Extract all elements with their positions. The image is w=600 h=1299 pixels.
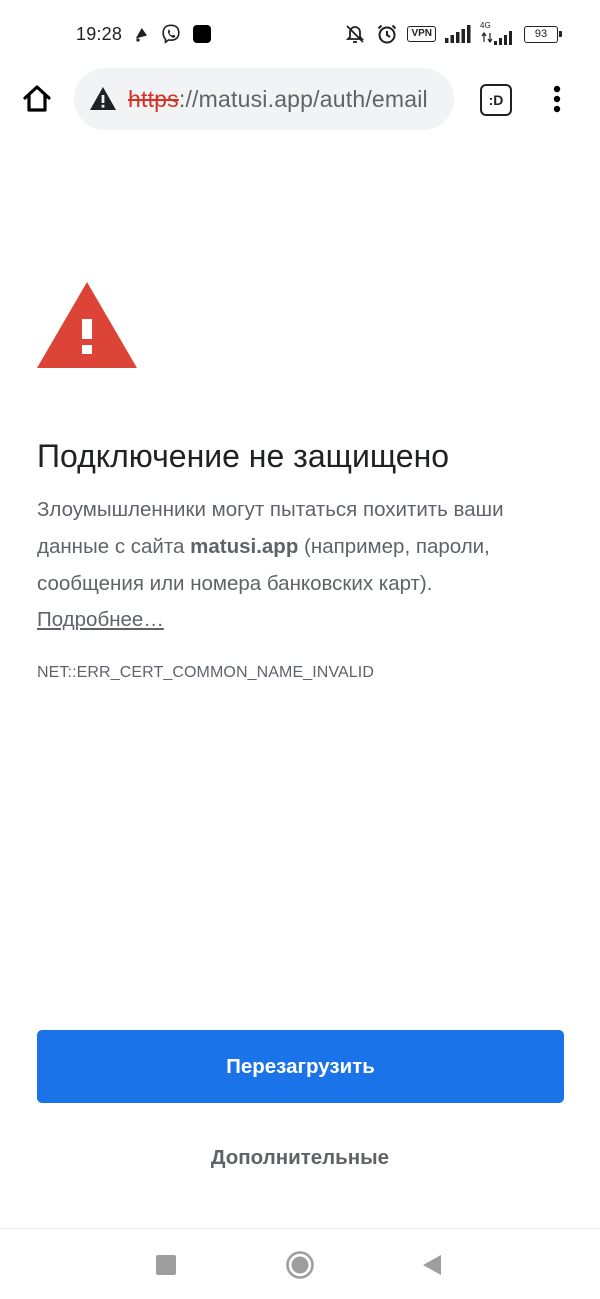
status-left: 19:28 bbox=[76, 22, 212, 46]
security-warning-icon bbox=[37, 282, 137, 368]
home-icon bbox=[23, 85, 51, 112]
back-button[interactable] bbox=[414, 1247, 450, 1283]
viber-icon bbox=[160, 22, 182, 46]
home-nav-button[interactable] bbox=[282, 1247, 318, 1283]
tab-switcher-button[interactable]: :D bbox=[480, 84, 512, 116]
recents-square-icon bbox=[156, 1255, 176, 1275]
vpn-icon: VPN bbox=[407, 22, 436, 46]
error-code: NET::ERR_CERT_COMMON_NAME_INVALID bbox=[37, 664, 374, 681]
home-button[interactable] bbox=[18, 80, 56, 118]
status-time: 19:28 bbox=[76, 23, 123, 44]
status-right: VPN 4G 93 bbox=[343, 22, 562, 46]
battery-level: 93 bbox=[534, 28, 548, 40]
status-bar: 19:28 VPN 4G 93 bbox=[0, 0, 600, 68]
url-separator: :// bbox=[178, 85, 199, 112]
address-bar[interactable]: https://matusi.app/auth/email bbox=[74, 68, 454, 130]
recents-button[interactable] bbox=[148, 1247, 184, 1283]
system-navigation-bar bbox=[0, 1228, 600, 1299]
home-circle-icon bbox=[286, 1251, 314, 1279]
tab-switcher-label: :D bbox=[488, 92, 504, 108]
app-square-icon bbox=[192, 22, 212, 46]
signal-icon bbox=[444, 22, 472, 46]
phone-screen: 19:28 VPN 4G 93 https://matusi.app/auth/… bbox=[0, 0, 600, 1299]
advanced-button[interactable]: Дополнительные bbox=[150, 1132, 450, 1184]
signal-4g-icon: 4G bbox=[480, 22, 516, 46]
alarm-icon bbox=[375, 22, 399, 46]
mute-icon bbox=[343, 22, 367, 46]
menu-button[interactable] bbox=[540, 82, 574, 116]
network-type-label: 4G bbox=[480, 21, 491, 30]
reload-button[interactable]: Перезагрузить bbox=[37, 1030, 564, 1103]
learn-more-link[interactable]: Подробнее… bbox=[37, 601, 164, 638]
battery-icon: 93 bbox=[524, 25, 562, 43]
browser-toolbar: https://matusi.app/auth/email :D bbox=[0, 68, 600, 130]
url-text: https://matusi.app/auth/email bbox=[128, 86, 428, 113]
warning-triangle-icon[interactable] bbox=[88, 84, 118, 114]
more-vert-icon bbox=[553, 85, 561, 113]
page-title: Подключение не защищено bbox=[37, 438, 450, 474]
warning-description: Злоумышленники могут пытаться похитить в… bbox=[37, 491, 567, 602]
notification-bell-icon bbox=[132, 22, 150, 46]
url-rest: matusi.app/auth/email bbox=[198, 85, 428, 112]
description-host: matusi.app bbox=[190, 535, 299, 558]
back-triangle-icon bbox=[423, 1255, 441, 1275]
url-scheme: https bbox=[128, 85, 179, 112]
vpn-label: VPN bbox=[407, 26, 436, 42]
